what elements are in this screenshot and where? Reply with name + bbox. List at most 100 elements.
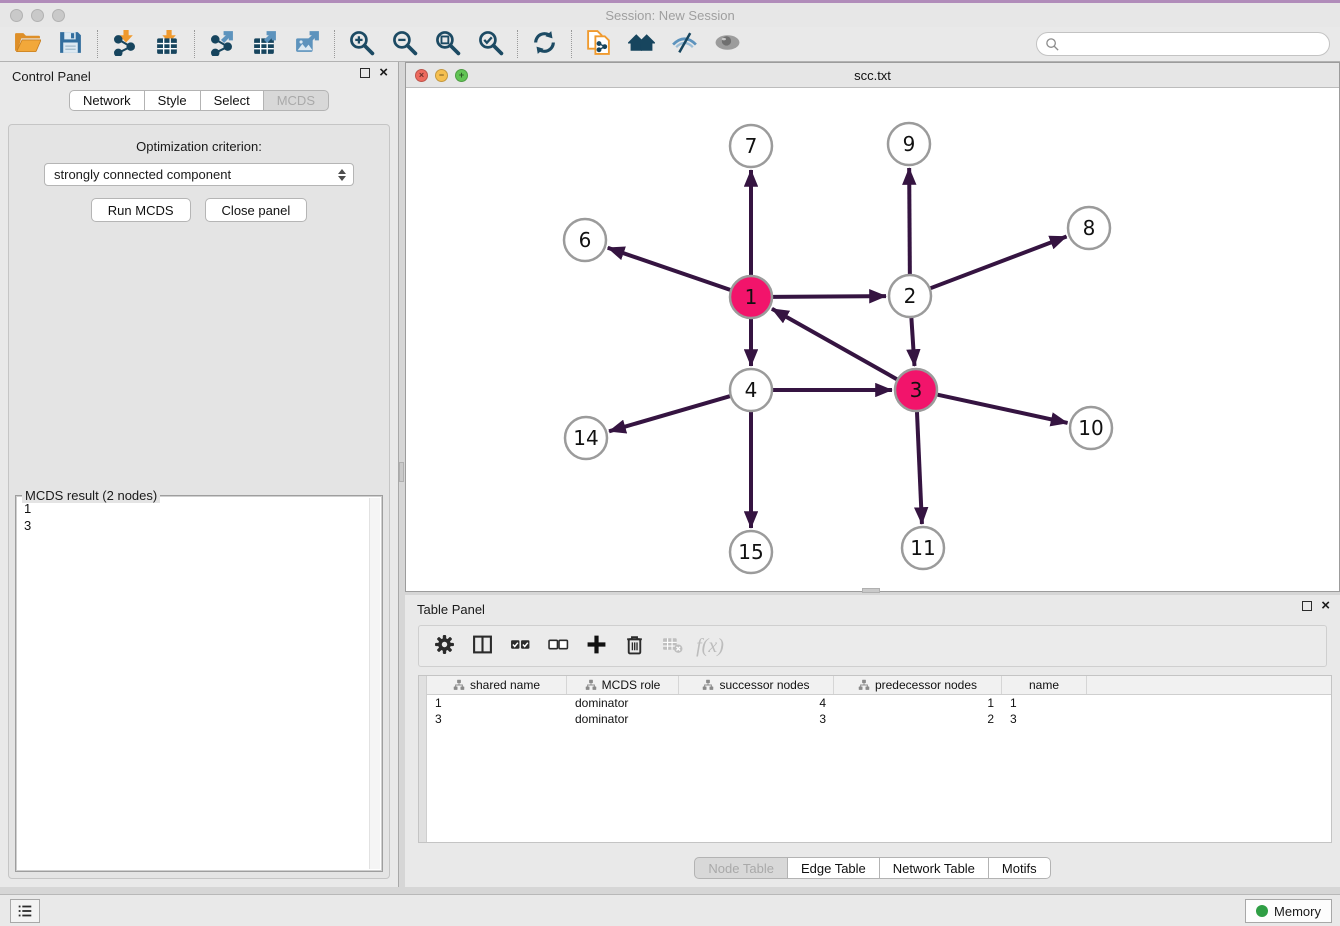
vertical-splitter-handle[interactable] [399, 462, 404, 482]
graph-node-11[interactable]: 11 [902, 527, 944, 569]
memory-button[interactable]: Memory [1245, 899, 1332, 923]
graph-node-15[interactable]: 15 [730, 531, 772, 573]
result-scrollbar[interactable] [369, 498, 380, 869]
export-network-button[interactable] [200, 28, 243, 60]
tab-mcds[interactable]: MCDS [264, 90, 329, 111]
zoom-out-button[interactable] [383, 28, 426, 60]
refresh-view-button[interactable] [523, 28, 566, 60]
zoom-fit-button[interactable] [426, 28, 469, 60]
mcds-result-group: 13 MCDS result (2 nodes) [15, 495, 383, 872]
column-header-shared-name[interactable]: shared name [427, 676, 567, 694]
cell-name[interactable]: 3 [1002, 711, 1087, 727]
mcds-panel: Optimization criterion: strongly connect… [8, 124, 390, 879]
memory-label: Memory [1274, 904, 1321, 919]
svg-text:6: 6 [579, 228, 592, 252]
table-panel-tabs: Node TableEdge TableNetwork TableMotifs [405, 857, 1340, 879]
application-window: Session: New Session Control Panel × Net… [0, 0, 1340, 926]
column-header-name[interactable]: name [1002, 676, 1087, 694]
horizontal-splitter-handle[interactable] [862, 588, 880, 593]
open-session-button[interactable] [6, 28, 49, 60]
unselect-all-columns-button[interactable] [541, 630, 575, 662]
graph-edge-1-6[interactable] [608, 248, 730, 290]
close-panel-button[interactable]: Close panel [205, 198, 308, 222]
task-history-button[interactable] [10, 899, 40, 923]
save-session-button[interactable] [49, 28, 92, 60]
control-panel-title: Control Panel [12, 69, 91, 84]
columns-icon [472, 634, 493, 658]
graph-edge-3-1[interactable] [772, 309, 897, 379]
cell-name[interactable]: 1 [1002, 695, 1087, 711]
graph-edge-2-3[interactable] [911, 318, 914, 366]
graph-node-1[interactable]: 1 [730, 276, 772, 318]
graph-node-9[interactable]: 9 [888, 123, 930, 165]
run-mcds-button[interactable]: Run MCDS [91, 198, 191, 222]
tab-node-table[interactable]: Node Table [694, 857, 788, 879]
show-columns-button[interactable] [465, 630, 499, 662]
cell-successor-nodes[interactable]: 3 [679, 711, 834, 727]
mcds-result-textarea[interactable]: 13 [16, 496, 382, 871]
table-mode-button[interactable] [427, 630, 461, 662]
list-icon [16, 902, 34, 920]
main-titlebar[interactable]: Session: New Session [0, 3, 1340, 27]
export-image-button[interactable] [286, 28, 329, 60]
tab-network[interactable]: Network [69, 90, 145, 111]
search-box[interactable] [1036, 32, 1330, 56]
graph-node-10[interactable]: 10 [1070, 407, 1112, 449]
home-button[interactable] [620, 28, 663, 60]
status-bar: Memory [0, 894, 1340, 926]
close-panel-icon[interactable]: × [379, 68, 388, 78]
mcds-result-title: MCDS result (2 nodes) [22, 488, 160, 503]
graph-node-14[interactable]: 14 [565, 417, 607, 459]
column-header-predecessor-nodes[interactable]: predecessor nodes [834, 676, 1002, 694]
graph-node-6[interactable]: 6 [564, 219, 606, 261]
svg-text:11: 11 [910, 536, 935, 560]
graph-edge-3-11[interactable] [917, 412, 922, 524]
create-column-button[interactable] [579, 630, 613, 662]
graph-node-7[interactable]: 7 [730, 125, 772, 167]
graph-edge-2-9[interactable] [909, 168, 910, 274]
tab-network-table[interactable]: Network Table [880, 857, 989, 879]
column-header-MCDS-role[interactable]: MCDS role [567, 676, 679, 694]
table-row[interactable]: 3dominator323 [427, 711, 1331, 727]
toggle-graphics-details-button[interactable] [663, 28, 706, 60]
float-table-panel-icon[interactable] [1302, 601, 1312, 611]
table-row[interactable]: 1dominator411 [427, 695, 1331, 711]
network-canvas[interactable]: 7 9 6 8 1 2 4 3 14 10 15 11 [406, 88, 1339, 591]
cell-predecessor-nodes[interactable]: 2 [834, 711, 1002, 727]
graph-node-4[interactable]: 4 [730, 369, 772, 411]
zoom-selected-button[interactable] [469, 28, 512, 60]
float-panel-icon[interactable] [360, 68, 370, 78]
graph-node-2[interactable]: 2 [889, 275, 931, 317]
cell-MCDS-role[interactable]: dominator [567, 695, 679, 711]
cell-MCDS-role[interactable]: dominator [567, 711, 679, 727]
cell-shared-name[interactable]: 1 [427, 695, 567, 711]
network-window-titlebar[interactable]: ×−+ scc.txt [406, 63, 1339, 88]
birds-eye-view-button[interactable] [706, 28, 749, 60]
graph-edge-1-2[interactable] [773, 296, 886, 297]
export-table-button[interactable] [243, 28, 286, 60]
tab-style[interactable]: Style [145, 90, 201, 111]
import-table-button[interactable] [146, 28, 189, 60]
graph-edge-4-14[interactable] [609, 396, 730, 431]
search-input[interactable] [1060, 34, 1329, 54]
criterion-select[interactable]: strongly connected component [44, 163, 354, 186]
graph-edge-2-8[interactable] [931, 237, 1067, 289]
tab-edge-table[interactable]: Edge Table [788, 857, 880, 879]
cell-predecessor-nodes[interactable]: 1 [834, 695, 1002, 711]
network-overview-button[interactable] [577, 28, 620, 60]
column-header-successor-nodes[interactable]: successor nodes [679, 676, 834, 694]
cell-successor-nodes[interactable]: 4 [679, 695, 834, 711]
select-all-columns-button[interactable] [503, 630, 537, 662]
tab-motifs[interactable]: Motifs [989, 857, 1051, 879]
graph-edge-3-10[interactable] [937, 395, 1067, 423]
graph-node-8[interactable]: 8 [1068, 207, 1110, 249]
graph-node-3[interactable]: 3 [895, 369, 937, 411]
cell-shared-name[interactable]: 3 [427, 711, 567, 727]
import-network-icon [111, 29, 138, 59]
tab-select[interactable]: Select [201, 90, 264, 111]
zoom-in-button[interactable] [340, 28, 383, 60]
close-table-panel-icon[interactable]: × [1321, 601, 1330, 611]
import-network-button[interactable] [103, 28, 146, 60]
delete-columns-button[interactable] [617, 630, 651, 662]
function-builder-icon: f(x) [696, 635, 724, 658]
